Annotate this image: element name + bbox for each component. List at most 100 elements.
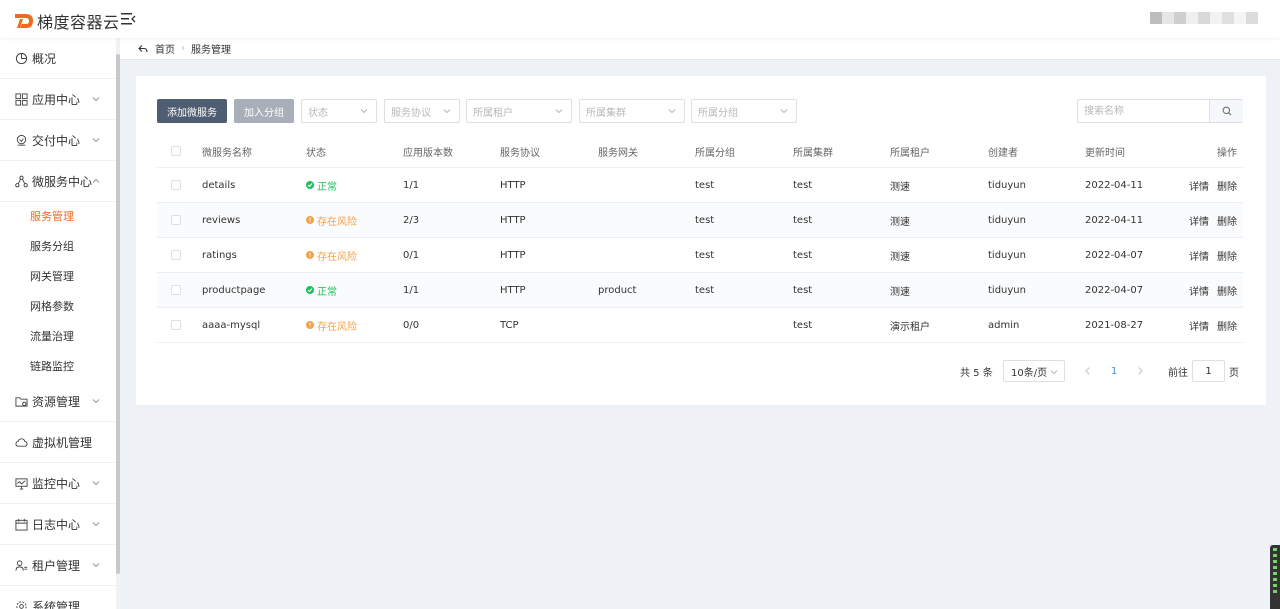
- protocol: HTTP: [500, 214, 526, 226]
- sidebar-item-resource-management[interactable]: 资源管理: [0, 381, 116, 422]
- status-badge: 存在风险: [306, 238, 357, 272]
- breadcrumb-home[interactable]: 首页: [155, 41, 175, 56]
- sidebar-item-log-center[interactable]: 日志中心: [0, 504, 116, 545]
- row-checkbox[interactable]: [171, 168, 181, 202]
- logo[interactable]: 梯度容器云: [14, 9, 120, 33]
- sidebar-subitem-service-management[interactable]: 服务管理: [0, 201, 116, 231]
- warning-circle-icon: [306, 251, 314, 259]
- sidebar-item-microservice-center[interactable]: 微服务中心: [0, 161, 116, 202]
- detail-link[interactable]: 详情: [1189, 283, 1209, 298]
- sidebar-subitem-service-groups[interactable]: 服务分组: [0, 231, 116, 261]
- creator: admin: [988, 319, 1020, 331]
- select-all-checkbox[interactable]: [171, 135, 181, 167]
- sidebar-item-label: 虚拟机管理: [32, 435, 93, 450]
- column-header: 状态: [306, 147, 326, 159]
- table-row[interactable]: reviews 存在风险 2/3 HTTP test test 测速 tiduy…: [157, 203, 1243, 238]
- gear-icon: [16, 600, 27, 609]
- chevron-down-icon: [92, 138, 100, 143]
- row-checkbox[interactable]: [171, 273, 181, 307]
- page-number-current[interactable]: 1: [1111, 360, 1117, 382]
- detail-link[interactable]: 详情: [1189, 248, 1209, 263]
- table-row[interactable]: aaaa-mysql 存在风险 0/0 TCP test 演示租户 admin …: [157, 308, 1243, 343]
- protocol-filter-select[interactable]: 服务协议: [384, 99, 460, 123]
- sidebar-subitem-mesh-params[interactable]: 网格参数: [0, 291, 116, 321]
- updated-time: 2022-04-07: [1085, 284, 1144, 296]
- column-header: 更新时间: [1085, 147, 1125, 159]
- search-button[interactable]: [1209, 100, 1243, 122]
- table-row[interactable]: productpage 正常 1/1 HTTP product test tes…: [157, 273, 1243, 308]
- row-actions: 详情 删除: [1189, 168, 1245, 202]
- chevron-down-icon: [1050, 370, 1058, 375]
- chevron-left-icon: [1085, 367, 1090, 375]
- chevron-down-icon: [443, 109, 451, 114]
- sidebar-subitem-trace-monitoring[interactable]: 链路监控: [0, 351, 116, 381]
- detail-link[interactable]: 详情: [1189, 213, 1209, 228]
- add-microservice-button[interactable]: 添加微服务: [157, 99, 227, 123]
- sidebar-item-monitor-center[interactable]: 监控中心: [0, 463, 116, 504]
- cluster: test: [793, 319, 813, 331]
- select-placeholder: 服务协议: [391, 107, 431, 119]
- sidebar-item-vm-management[interactable]: 虚拟机管理: [0, 422, 116, 463]
- tenant-filter-select[interactable]: 所属租户: [466, 99, 572, 123]
- column-header: 服务协议: [500, 147, 540, 159]
- sidebar-item-overview[interactable]: 概况: [0, 38, 116, 79]
- search-box: [1077, 99, 1243, 123]
- sidebar-item-app-center[interactable]: 应用中心: [0, 79, 116, 120]
- sidebar-item-delivery-center[interactable]: 交付中心: [0, 120, 116, 161]
- warning-circle-icon: [306, 216, 314, 224]
- grid-icon: [15, 92, 28, 106]
- service-name: productpage: [202, 284, 266, 296]
- sidebar-subitem-gateway-management[interactable]: 网关管理: [0, 261, 116, 291]
- status-filter-select[interactable]: 状态: [301, 99, 377, 123]
- next-page-button[interactable]: [1136, 360, 1144, 382]
- row-checkbox[interactable]: [171, 308, 181, 342]
- table-row[interactable]: details 正常 1/1 HTTP test test 测速 tiduyun…: [157, 168, 1243, 203]
- service-list-card: 添加微服务 加入分组 状态 服务协议 所属租户 所属集群 所属分组 微服务名称 …: [136, 76, 1266, 405]
- sidebar-item-system-management[interactable]: 系统管理: [0, 586, 116, 609]
- sidebar-scrollbar-thumb[interactable]: [116, 54, 120, 574]
- detail-link[interactable]: 详情: [1189, 178, 1209, 193]
- chevron-down-icon: [92, 522, 100, 527]
- search-input[interactable]: [1078, 100, 1209, 122]
- delete-link[interactable]: 删除: [1217, 318, 1237, 333]
- breadcrumb: 首页 › 服务管理: [120, 38, 1280, 60]
- row-checkbox[interactable]: [171, 203, 181, 237]
- group: test: [695, 214, 715, 226]
- menu-fold-icon[interactable]: [120, 11, 136, 27]
- gateway: product: [598, 284, 637, 296]
- status-text: 存在风险: [317, 216, 357, 228]
- cluster-filter-select[interactable]: 所属集群: [579, 99, 685, 123]
- sidebar-item-label: 应用中心: [32, 92, 81, 107]
- delivery-icon: [16, 134, 27, 146]
- floating-widget[interactable]: [1270, 545, 1280, 609]
- delete-link[interactable]: 删除: [1217, 248, 1237, 263]
- service-name: details: [202, 179, 236, 191]
- select-placeholder: 状态: [308, 107, 328, 119]
- sidebar-scrollbar[interactable]: [116, 38, 120, 609]
- user-avatar-blurred[interactable]: [1150, 12, 1258, 24]
- page-size-select[interactable]: 10条/页: [1003, 360, 1065, 382]
- group-filter-select[interactable]: 所属分组: [691, 99, 797, 123]
- detail-link[interactable]: 详情: [1189, 318, 1209, 333]
- creator: tiduyun: [988, 284, 1026, 296]
- sidebar-item-tenant-management[interactable]: 租户管理: [0, 545, 116, 586]
- row-checkbox[interactable]: [171, 238, 181, 272]
- delete-link[interactable]: 删除: [1217, 178, 1237, 193]
- chevron-right-icon: [1138, 367, 1143, 375]
- status-badge: 存在风险: [306, 308, 357, 342]
- back-icon[interactable]: [138, 44, 148, 54]
- delete-link[interactable]: 删除: [1217, 213, 1237, 228]
- service-name: ratings: [202, 249, 237, 261]
- prev-page-button[interactable]: [1084, 360, 1092, 382]
- updated-time: 2022-04-07: [1085, 249, 1144, 261]
- join-group-button[interactable]: 加入分组: [234, 99, 294, 123]
- cluster: test: [793, 179, 813, 191]
- delete-link[interactable]: 删除: [1217, 283, 1237, 298]
- chevron-down-icon: [668, 109, 676, 114]
- tenant: 演示租户: [890, 321, 930, 333]
- table-row[interactable]: ratings 存在风险 0/1 HTTP test test 测速 tiduy…: [157, 238, 1243, 273]
- logo-icon: [15, 14, 33, 28]
- sidebar-subitem-traffic-governance[interactable]: 流量治理: [0, 321, 116, 351]
- page-jump-input[interactable]: 1: [1192, 360, 1225, 382]
- row-actions: 详情 删除: [1189, 273, 1245, 307]
